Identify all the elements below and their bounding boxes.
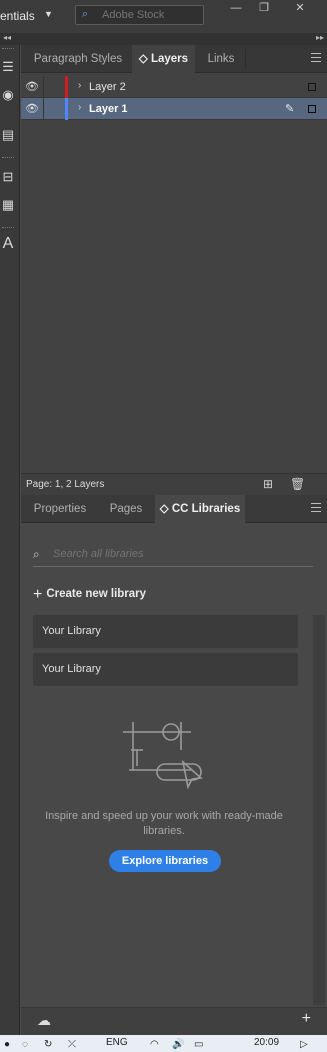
layer-selection-square[interactable] (308, 105, 316, 113)
app-bar: entials ▼ ⌕ — ❐ ✕ (0, 0, 327, 33)
volume-icon[interactable]: 🔊 (172, 1039, 184, 1050)
clock[interactable]: 20:09 (254, 1037, 279, 1048)
new-layer-icon[interactable]: ⊞ (263, 477, 273, 491)
panel-dock-icons: ☰ ◉ ▤ ⊟ ▦ A (0, 45, 20, 1035)
minimize-button[interactable]: — (224, 0, 248, 16)
dock-grip[interactable] (2, 157, 14, 158)
layer-color-swatch (65, 76, 68, 98)
chevron-down-icon[interactable]: ▼ (44, 9, 53, 19)
swatches-panel-icon[interactable]: ▦ (0, 197, 16, 213)
close-button[interactable]: ✕ (288, 0, 312, 16)
search-icon: ⌕ (33, 547, 40, 561)
lock-cell[interactable] (43, 98, 44, 120)
pen-icon: ✎ (285, 103, 295, 115)
notification-icon[interactable]: ▷ (300, 1039, 308, 1050)
search-icon: ⌕ (82, 8, 89, 20)
add-content-icon[interactable]: + (302, 1010, 311, 1028)
panel-menu-icon[interactable] (311, 503, 321, 515)
tab-divider (245, 49, 246, 69)
character-panel-icon[interactable]: A (0, 235, 16, 253)
layer-selection-square[interactable] (308, 83, 316, 91)
tab-paragraph-styles[interactable]: Paragraph Styles (25, 45, 131, 73)
trash-icon[interactable]: 🗑 (290, 477, 305, 491)
layer-color-swatch (65, 98, 68, 120)
plus-icon: + (33, 586, 43, 603)
lock-cell[interactable] (43, 76, 44, 98)
library-item[interactable]: Your Library (33, 615, 298, 648)
language-indicator[interactable]: ENG (106, 1037, 128, 1048)
pages-panel-icon[interactable]: ☰ (0, 59, 16, 75)
dock-grip[interactable] (2, 48, 14, 49)
tab-layers-label: Layers (150, 53, 189, 65)
stroke-panel-icon[interactable]: ⊟ (0, 169, 16, 185)
adobe-stock-search-input[interactable] (102, 6, 202, 24)
restore-button[interactable]: ❐ (252, 0, 276, 16)
layers-panel: Paragraph Styles ◇ Layers Links 👁 › Laye… (21, 45, 327, 495)
panel-collapse-strip: ◂◂ ▸▸ (0, 33, 327, 45)
workspace-switcher[interactable]: entials (0, 9, 35, 23)
scrollbar[interactable] (313, 615, 325, 1005)
layer-row[interactable]: 👁 › Layer 2 (21, 76, 327, 98)
inspire-text: Inspire and speed up your work with read… (45, 810, 283, 837)
tab-properties[interactable]: Properties (25, 495, 95, 523)
libraries-panel-tabs: Properties Pages ◇ CC Libraries (21, 495, 327, 523)
color-panel-icon[interactable]: ◉ (0, 87, 16, 103)
layer-name: Layer 1 (89, 103, 128, 115)
create-library-label: Create new library (46, 588, 147, 600)
expand-chevron-icon[interactable]: › (78, 80, 81, 91)
layer-name: Layer 2 (89, 81, 126, 93)
layers-panel-tabs: Paragraph Styles ◇ Layers Links (21, 45, 327, 73)
tab-layers[interactable]: ◇ Layers (132, 45, 195, 73)
refresh-icon[interactable]: ↻ (44, 1039, 52, 1050)
visibility-eye-icon[interactable]: 👁 (25, 80, 39, 93)
panel-menu-icon[interactable] (311, 53, 321, 65)
explore-libraries-button[interactable]: Explore libraries (109, 850, 221, 872)
library-item[interactable]: Your Library (33, 653, 298, 686)
library-search[interactable]: ⌕ (33, 543, 313, 567)
tab-pages[interactable]: Pages (101, 495, 151, 523)
layers-panel-footer: Page: 1, 2 Layers ⊞ 🗑 (21, 473, 327, 495)
cloud-icon[interactable]: ☁ (37, 1012, 51, 1029)
libraries-footer: ☁ + (21, 1007, 327, 1035)
libraries-illustration (123, 722, 203, 790)
tab-links[interactable]: Links (197, 45, 245, 73)
library-search-input[interactable] (53, 545, 303, 563)
layer-row-selected[interactable]: 👁 › Layer 1 ✎ (21, 98, 327, 120)
layers-status: Page: 1, 2 Layers (26, 479, 105, 490)
tab-cc-libraries-label: CC Libraries (171, 503, 241, 515)
adobe-stock-search[interactable]: ⌕ (75, 5, 204, 25)
expand-chevron-icon[interactable]: › (78, 102, 81, 113)
taskbar-icon[interactable]: ◌ (22, 1039, 28, 1050)
visibility-eye-icon[interactable]: 👁 (25, 102, 39, 115)
cc-libraries-panel: Properties Pages ◇ CC Libraries ⌕ +Creat… (21, 495, 327, 1035)
network-icon[interactable]: ⤫ (68, 1039, 76, 1050)
wifi-icon[interactable]: ◠ (150, 1039, 159, 1050)
taskbar-icon[interactable]: ● (4, 1039, 10, 1050)
collapse-left-icon[interactable]: ◂◂ (3, 33, 11, 42)
create-library-button[interactable]: + Create new library (33, 586, 146, 604)
paragraph-styles-icon[interactable]: ▤ (0, 127, 16, 143)
collapse-right-icon[interactable]: ▸▸ (316, 33, 324, 42)
windows-taskbar: ● ◌ ↻ ⤫ ENG ◠ 🔊 ▭ 20:09 ▷ (0, 1035, 327, 1052)
battery-icon[interactable]: ▭ (194, 1039, 203, 1050)
dock-grip[interactable] (2, 227, 14, 228)
tab-cc-libraries[interactable]: ◇ CC Libraries (155, 495, 245, 523)
